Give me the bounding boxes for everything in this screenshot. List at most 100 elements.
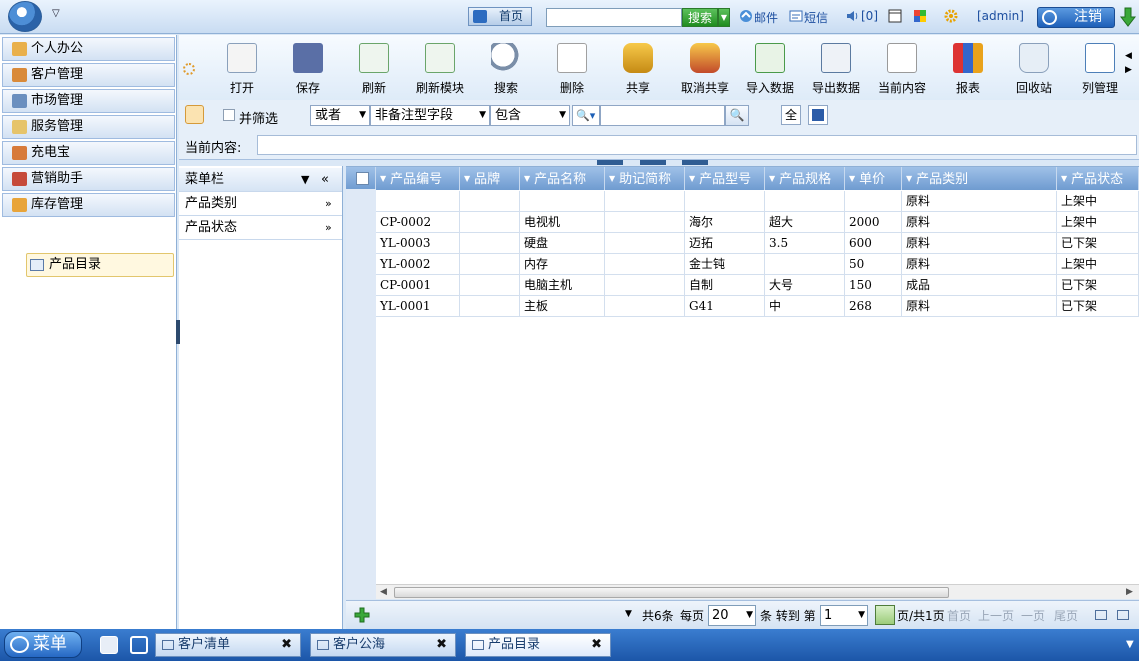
current-content-input[interactable] (257, 135, 1137, 155)
start-menu-button[interactable]: 菜单 (4, 631, 82, 658)
save-filter-button[interactable] (808, 105, 828, 125)
nav-item-service-management[interactable]: 服务管理 (2, 115, 175, 139)
close-icon[interactable]: ✖ (281, 634, 292, 656)
nav-item-inventory-management[interactable]: 库存管理 (2, 193, 175, 217)
and-filter-checkbox[interactable] (223, 109, 235, 121)
table-cell[interactable]: 上架中 (1057, 212, 1139, 233)
sms-link[interactable]: 短信 (804, 9, 828, 26)
table-cell[interactable]: 原料 (902, 254, 1057, 275)
table-cell[interactable]: 原料 (902, 212, 1057, 233)
column-header[interactable]: ▼ 产品编号 (376, 167, 460, 190)
filter-settings-icon[interactable] (185, 105, 204, 124)
table-cell[interactable] (605, 191, 685, 212)
search-scope-dropdown[interactable]: ▼ (718, 8, 730, 27)
table-cell[interactable]: 内存 (520, 254, 605, 275)
table-cell[interactable]: CP-0001 (376, 275, 460, 296)
settings-gear-icon[interactable] (944, 9, 958, 23)
table-cell[interactable] (605, 233, 685, 254)
filter-search-button[interactable]: 🔍 (725, 105, 749, 126)
table-cell[interactable]: 中 (765, 296, 845, 317)
message-count[interactable]: [0] (861, 9, 878, 23)
column-header[interactable]: ▼ 产品型号 (685, 167, 765, 190)
table-cell[interactable]: 金士钝 (685, 254, 765, 275)
table-cell[interactable]: 3.5 (765, 233, 845, 254)
table-cell[interactable] (605, 254, 685, 275)
table-cell[interactable] (605, 212, 685, 233)
table-cell[interactable]: 硬盘 (520, 233, 605, 254)
task-tab-product-catalog[interactable]: 产品目录 ✖ (465, 633, 611, 657)
nav-subitem-product-catalog[interactable]: 产品目录 (26, 253, 174, 277)
column-header[interactable]: ▼ 品牌 (460, 167, 520, 190)
table-cell[interactable]: 成品 (902, 275, 1057, 296)
table-cell[interactable]: 电脑主机 (520, 275, 605, 296)
nav-item-personal-office[interactable]: 个人办公 (2, 37, 175, 61)
toolbar-scroll-arrows[interactable]: ◀ ▶ (1125, 49, 1132, 77)
table-cell[interactable]: 海尔 (685, 212, 765, 233)
show-all-button[interactable]: 全 (781, 105, 801, 125)
table-cell[interactable]: 已下架 (1057, 275, 1139, 296)
desktop-shortcut-icon[interactable] (100, 636, 118, 654)
current-content-button[interactable]: 当前内容 (872, 43, 932, 97)
table-cell[interactable]: YL-0002 (376, 254, 460, 275)
field-select[interactable]: 非备注型字段 ▼ (370, 105, 490, 126)
menu-dropdown-icon[interactable]: ▼ (301, 168, 309, 192)
table-cell[interactable]: YL-0001 (376, 296, 460, 317)
sub-menu-item-product-category[interactable]: 产品类别 » (179, 192, 342, 216)
close-icon[interactable]: ✖ (436, 634, 447, 656)
table-cell[interactable]: 600 (845, 233, 902, 254)
recycle-bin-button[interactable]: 回收站 (1004, 43, 1064, 97)
table-cell[interactable]: 原料 (902, 191, 1057, 212)
search-button[interactable]: 搜索 (476, 43, 536, 97)
table-cell[interactable]: 原料 (902, 233, 1057, 254)
table-cell[interactable] (605, 296, 685, 317)
logic-select[interactable]: 或者 ▼ (310, 105, 370, 126)
table-cell[interactable] (460, 233, 520, 254)
nav-item-marketing-assistant[interactable]: 营销助手 (2, 167, 175, 191)
table-cell[interactable]: 2000 (845, 212, 902, 233)
report-button[interactable]: 报表 (938, 43, 998, 97)
filter-value-input[interactable] (600, 105, 725, 126)
logout-button[interactable]: 注销 (1037, 7, 1115, 28)
first-page-link[interactable]: 首页 (947, 607, 971, 624)
table-cell[interactable]: 超大 (765, 212, 845, 233)
global-search-input[interactable] (546, 8, 682, 27)
table-cell[interactable] (460, 254, 520, 275)
tile-windows-icon[interactable] (130, 636, 148, 654)
table-cell[interactable]: YL-0003 (376, 233, 460, 254)
table-cell[interactable] (765, 254, 845, 275)
table-row[interactable]: 4YL-0002内存金士钝50原料上架中 (346, 254, 1139, 275)
refresh-button[interactable]: 刷新 (344, 43, 404, 97)
sub-menu-header[interactable]: 菜单栏 ▼ « (179, 168, 342, 192)
column-header[interactable]: ▼ 单价 (845, 167, 902, 190)
home-button[interactable]: 首页 (468, 7, 532, 26)
table-cell[interactable] (460, 191, 520, 212)
toolbar-settings-icon[interactable] (183, 63, 195, 75)
last-page-link[interactable]: 尾页 (1054, 607, 1078, 624)
table-cell[interactable]: 上架中 (1057, 191, 1139, 212)
scroll-left-icon[interactable]: ◀ (380, 585, 387, 599)
mail-link[interactable]: 邮件 (754, 9, 778, 26)
panel-splitter-handle[interactable] (640, 160, 666, 165)
table-cell[interactable] (376, 191, 460, 212)
table-row[interactable]: 6YL-0001主板G41中268原料已下架 (346, 296, 1139, 317)
sidebar-collapse-handle[interactable] (176, 320, 180, 344)
panel-splitter-handle[interactable] (597, 160, 623, 165)
column-management-button[interactable]: 列管理 (1070, 43, 1130, 97)
save-button[interactable]: 保存 (278, 43, 338, 97)
table-cell[interactable] (605, 275, 685, 296)
nav-item-customer-management[interactable]: 客户管理 (2, 63, 175, 87)
scroll-right-icon[interactable]: ▶ (1126, 585, 1133, 599)
column-header[interactable]: ▼ 产品状态 (1057, 167, 1139, 190)
task-tab-customer-list[interactable]: 客户清单 ✖ (155, 633, 301, 657)
unshare-button[interactable]: 取消共享 (675, 43, 735, 97)
taskbar-dropdown-icon[interactable]: ▼ (1126, 639, 1134, 650)
table-row[interactable]: 1原料上架中 (346, 191, 1139, 212)
logo-dropdown-icon[interactable]: ▽ (52, 8, 60, 19)
operator-select[interactable]: 包含 ▼ (490, 105, 570, 126)
column-header[interactable]: ▼ 助记简称 (605, 167, 685, 190)
open-button[interactable]: 打开 (212, 43, 272, 97)
go-to-page-button[interactable] (875, 605, 895, 625)
table-cell[interactable] (765, 191, 845, 212)
table-cell[interactable] (460, 212, 520, 233)
app-logo-icon[interactable] (8, 1, 42, 32)
